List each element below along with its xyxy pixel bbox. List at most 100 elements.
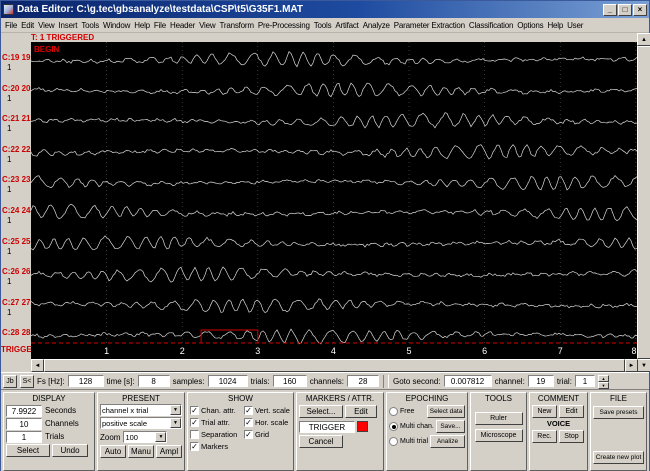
horizontal-scrollbar-thumb[interactable] xyxy=(44,359,625,372)
menu-help[interactable]: Help xyxy=(132,21,152,30)
eeg-plot-canvas[interactable]: 12345678BEGIN xyxy=(31,42,638,359)
menu-parameter-extraction[interactable]: Parameter Extraction xyxy=(392,21,467,30)
file-create-new-plot-button[interactable]: Create new plot xyxy=(593,451,644,464)
menu-tools[interactable]: Tools xyxy=(79,21,101,30)
comment-edit-button[interactable]: Edit xyxy=(559,405,584,418)
menu-edit[interactable]: Edit xyxy=(19,21,36,30)
menu-header[interactable]: Header xyxy=(168,21,197,30)
present-scale-select[interactable]: positive scale▼ xyxy=(100,417,182,429)
display-value-field[interactable]: 10 xyxy=(6,418,42,430)
vertical-scrollbar[interactable]: ▲ ▼ xyxy=(637,33,650,372)
chevron-down-icon[interactable]: ▼ xyxy=(170,418,181,428)
menu-window[interactable]: Window xyxy=(101,21,132,30)
menu-pre-processing[interactable]: Pre-Processing xyxy=(256,21,312,30)
checkbox-trial-attr-[interactable]: ✓ xyxy=(190,418,199,427)
checkbox-grid[interactable]: ✓ xyxy=(244,430,253,439)
info-value-field[interactable]: 128 xyxy=(68,375,104,387)
spinner-down-icon[interactable]: ▼ xyxy=(598,382,609,389)
trial-spinner[interactable]: ▲▼ xyxy=(598,375,609,388)
eeg-plot-area[interactable]: 12345678BEGIN xyxy=(31,42,638,359)
title-bar[interactable]: Data Editor: C:\g.tec\gbsanalyze\testdat… xyxy=(1,1,649,18)
display-row: 1Trials xyxy=(6,430,92,443)
begin-marker-label: BEGIN xyxy=(34,45,60,54)
voice-rec--button[interactable]: Rec. xyxy=(532,430,557,443)
present-auto-button[interactable]: Auto xyxy=(100,445,126,458)
checkbox-vert-scale[interactable]: ✓ xyxy=(244,406,253,415)
x-tick-label: 1 xyxy=(104,346,109,356)
tools-microscope-button[interactable]: Microscope xyxy=(475,429,523,442)
comment-new-button[interactable]: New xyxy=(532,405,557,418)
menu-view[interactable]: View xyxy=(197,21,217,30)
checkbox-separation[interactable] xyxy=(190,430,199,439)
menu-classification[interactable]: Classification xyxy=(467,21,515,30)
scroll-up-icon[interactable]: ▲ xyxy=(637,33,650,46)
info-button-0[interactable]: Jb xyxy=(3,375,17,388)
menu-help[interactable]: Help xyxy=(545,21,565,30)
menu-artifact[interactable]: Artifact xyxy=(333,21,360,30)
menu-transform[interactable]: Transform xyxy=(217,21,255,30)
present-ampl-button[interactable]: Ampl xyxy=(156,445,182,458)
checkbox-markers[interactable]: ✓ xyxy=(190,442,199,451)
present-mode-select[interactable]: channel x trial▼ xyxy=(100,404,182,416)
show-option: ✓Markers xyxy=(190,440,244,452)
x-tick-label: 2 xyxy=(180,346,185,356)
info-value-field[interactable]: 1 xyxy=(575,375,595,387)
menu-user[interactable]: User xyxy=(565,21,585,30)
present-manu-button[interactable]: Manu xyxy=(128,445,154,458)
select-button[interactable]: Select xyxy=(6,444,50,457)
radio-multi-trial[interactable] xyxy=(389,437,398,446)
menu-file[interactable]: File xyxy=(152,21,168,30)
file-save-presets-button[interactable]: Save presets xyxy=(593,406,644,419)
minimize-button[interactable]: _ xyxy=(603,4,617,16)
spinner-up-icon[interactable]: ▲ xyxy=(598,375,609,382)
data-editor-window: Data Editor: C:\g.tec\gbsanalyze\testdat… xyxy=(0,0,650,471)
info-bar: JbS<Fs [Hz]:128time [s]:8samples:1024tri… xyxy=(1,372,649,389)
menu-insert[interactable]: Insert xyxy=(57,21,80,30)
chevron-down-icon[interactable]: ▼ xyxy=(155,432,166,442)
info-value-field[interactable]: 1024 xyxy=(208,375,248,387)
menu-analyze[interactable]: Analyze xyxy=(361,21,392,30)
close-button[interactable]: × xyxy=(633,4,647,16)
marker-name-field[interactable]: TRIGGER xyxy=(299,421,355,433)
epoching-section: EPOCHING FreeSelect dataMulti chan.Save.… xyxy=(386,392,468,471)
scroll-down-icon[interactable]: ▼ xyxy=(637,359,650,372)
menu-view[interactable]: View xyxy=(36,21,56,30)
zoom-select[interactable]: 100 ▼ xyxy=(123,431,167,443)
info-label: channels: xyxy=(310,377,344,386)
menu-file[interactable]: File xyxy=(3,21,19,30)
checkbox-label: Hor. scale xyxy=(255,418,288,427)
tools-ruler-button[interactable]: Ruler xyxy=(475,412,523,425)
maximize-button[interactable]: □ xyxy=(618,4,632,16)
select-value: positive scale xyxy=(101,419,170,428)
radio-free[interactable] xyxy=(389,407,398,416)
radio-multi-chan-[interactable] xyxy=(389,422,398,431)
info-value-field[interactable]: 19 xyxy=(528,375,554,387)
display-value-field[interactable]: 1 xyxy=(6,431,42,443)
scroll-right-icon[interactable]: ► xyxy=(625,359,638,372)
menu-options[interactable]: Options xyxy=(515,21,545,30)
info-value-field[interactable]: 160 xyxy=(273,375,307,387)
goto-second-field[interactable]: 0.007812 xyxy=(444,375,492,387)
epoching-analize-button[interactable]: Analize xyxy=(430,435,465,448)
info-value-field[interactable]: 8 xyxy=(138,375,170,387)
menu-tools[interactable]: Tools xyxy=(312,21,334,30)
epoching-save--button[interactable]: Save... xyxy=(436,420,465,433)
marker-color-swatch[interactable] xyxy=(357,421,368,432)
channel-scale-value: 1 xyxy=(7,155,11,164)
voice-stop-button[interactable]: Stop xyxy=(559,430,584,443)
vertical-scrollbar-thumb[interactable] xyxy=(637,46,650,359)
info-value-field[interactable]: 28 xyxy=(347,375,379,387)
scroll-left-icon[interactable]: ◄ xyxy=(31,359,44,372)
display-value-field[interactable]: 7.9922 xyxy=(6,405,42,417)
checkbox-hor-scale[interactable]: ✓ xyxy=(244,418,253,427)
chevron-down-icon[interactable]: ▼ xyxy=(170,405,181,415)
checkbox-chan-attr-[interactable]: ✓ xyxy=(190,406,199,415)
undo-button[interactable]: Undo xyxy=(52,444,88,457)
marker-edit-button[interactable]: Edit xyxy=(345,405,377,418)
epoching-select-data-button[interactable]: Select data xyxy=(427,405,465,418)
radio-label: Free xyxy=(400,408,425,415)
marker-cancel-button[interactable]: Cancel xyxy=(299,435,343,448)
marker-select-button[interactable]: Select... xyxy=(299,405,343,418)
horizontal-scrollbar[interactable]: ◄ ► xyxy=(31,359,638,372)
info-button-1[interactable]: S< xyxy=(20,375,34,388)
